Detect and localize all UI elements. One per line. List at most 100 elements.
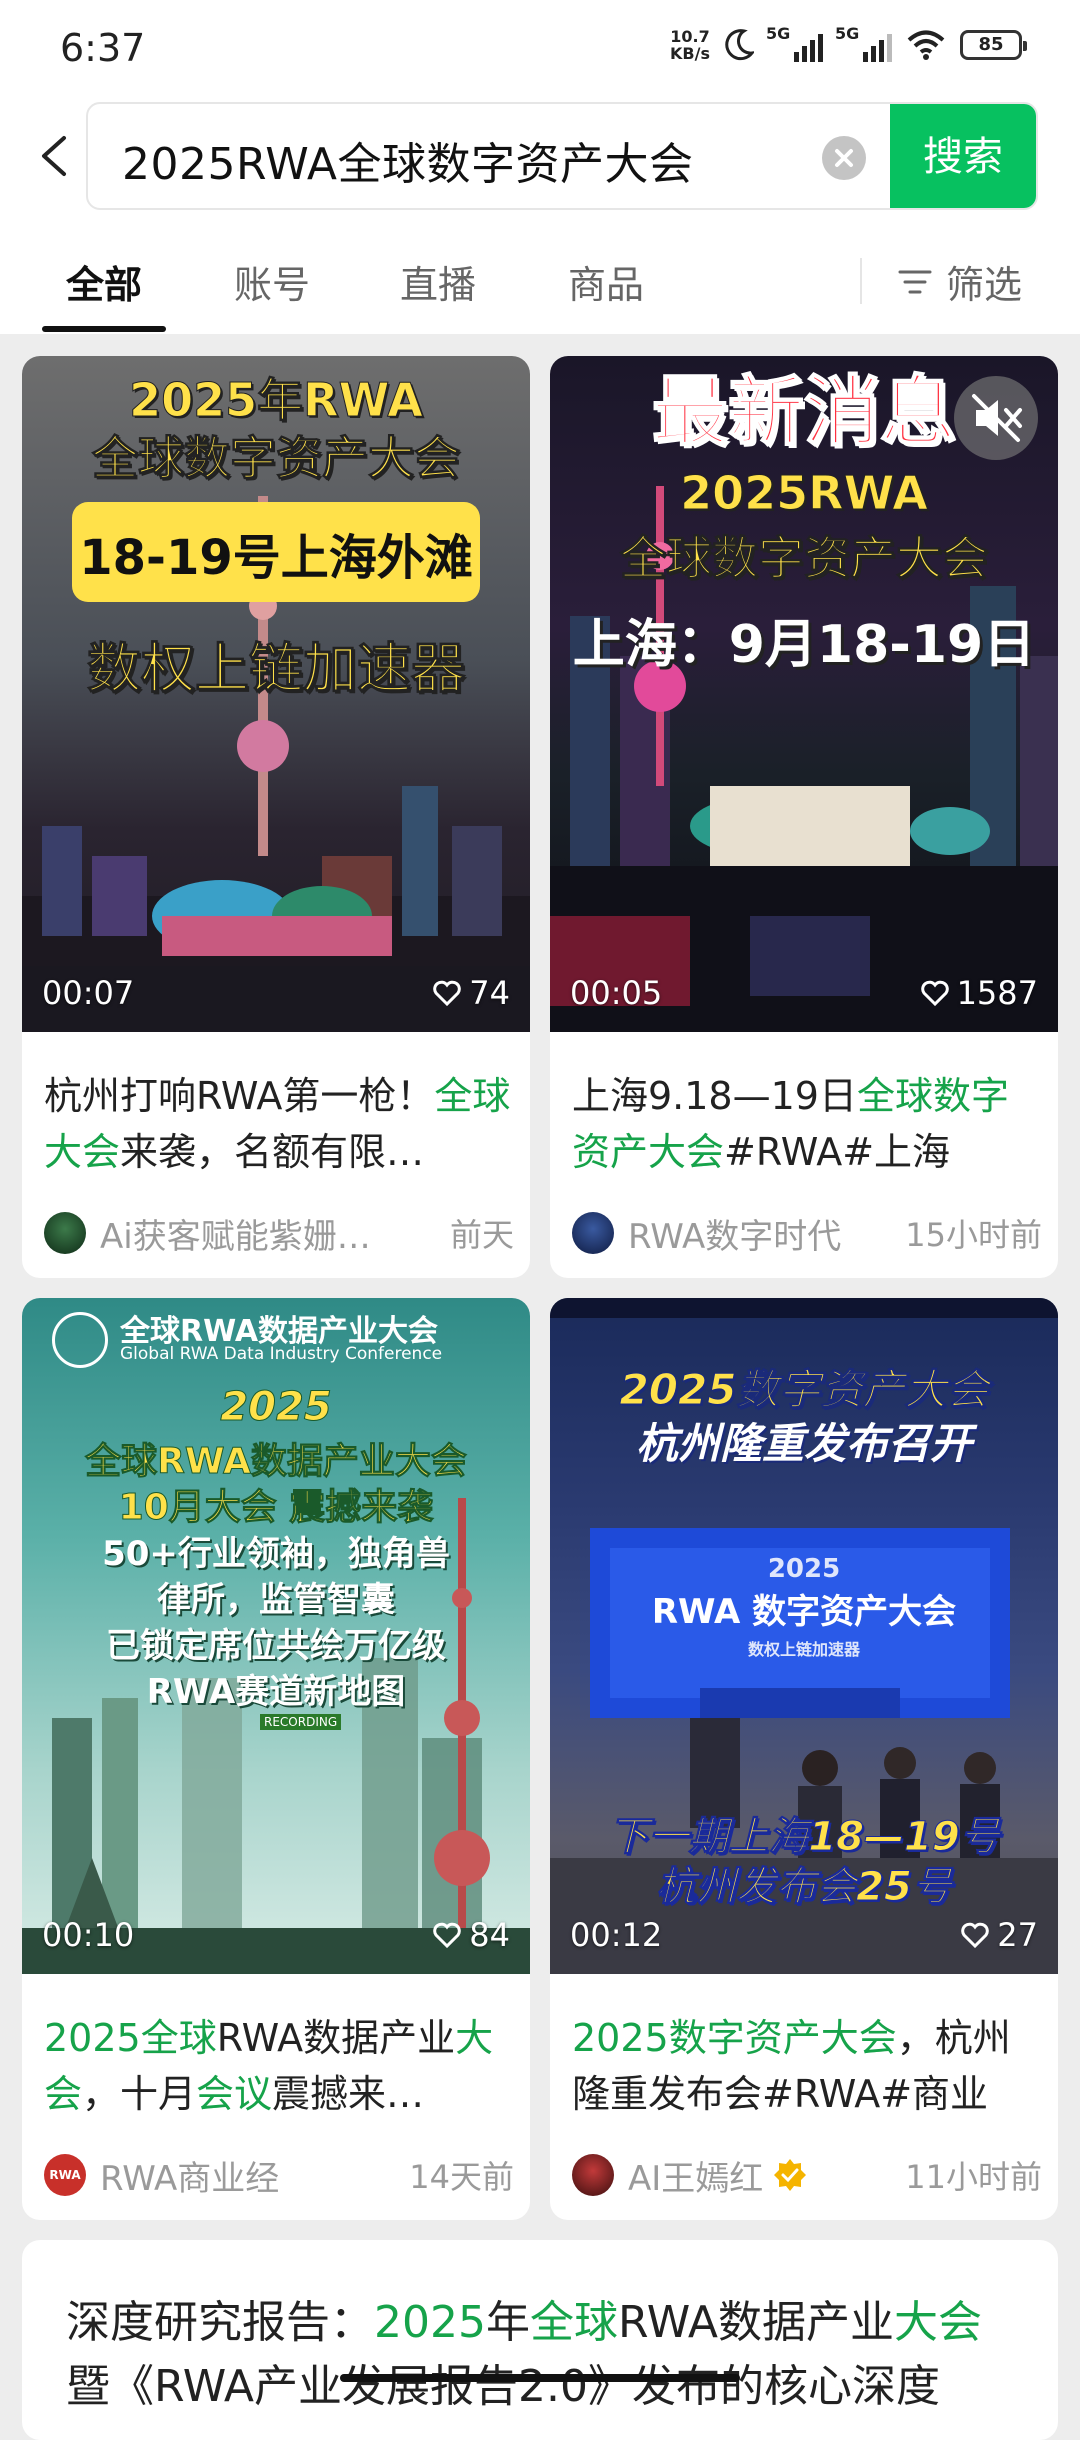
- author-row[interactable]: AI王嫣红 11小时前: [572, 2150, 1042, 2200]
- video-duration: 00:12: [570, 1916, 663, 1954]
- tab-all[interactable]: 全部: [66, 254, 142, 309]
- video-card[interactable]: 2025数字资产大会 杭州隆重发布召开 2025 RWA 数字资产大会 数权上链…: [550, 1298, 1058, 2220]
- stage-subtitle: 数权上链加速器: [747, 1640, 860, 1659]
- status-bar: 6:37 10.7 KB/s 5G 5G 85: [0, 0, 1080, 96]
- search-button[interactable]: 搜索: [890, 104, 1036, 208]
- author-row[interactable]: Ai获客赋能紫姗… 前天: [44, 1208, 514, 1258]
- overlay-line-1: 2025年RWA: [129, 373, 424, 428]
- overlay-line-8: 已锁定席位共绘万亿级: [106, 1626, 446, 1666]
- author-name: RWA商业经: [100, 2158, 280, 2199]
- overlay-line-2: 2025RWA: [680, 466, 929, 521]
- tab-accounts[interactable]: 账号: [234, 254, 310, 309]
- overlay-line-2: 杭州隆重发布召开: [635, 1419, 972, 1468]
- like-value: 1587: [956, 974, 1038, 1012]
- signal-icon-2: 5G: [835, 24, 892, 62]
- overlay-line-5: 10月大会 震撼来袭: [118, 1487, 434, 1529]
- video-duration: 00:05: [570, 974, 663, 1012]
- overlay-line-1: 2025数字资产大会: [619, 1365, 989, 1415]
- stage-title: RWA 数字资产大会: [651, 1592, 957, 1632]
- netspeed-unit: KB/s: [670, 44, 710, 63]
- overlay-line-4: 全球RWA数据产业大会: [85, 1441, 468, 1483]
- card-title[interactable]: 上海9.18—19日全球数字资产大会#RWA#上海: [572, 1068, 1042, 1180]
- video-thumbnail[interactable]: 2025数字资产大会 杭州隆重发布召开 2025 RWA 数字资产大会 数权上链…: [550, 1298, 1058, 1974]
- like-value: 84: [469, 1916, 510, 1954]
- card-title[interactable]: 2025全球RWA数据产业大会，十月会议震撼来…: [44, 2010, 514, 2122]
- like-value: 27: [997, 1916, 1038, 1954]
- filter-tabs: 全部 账号 直播 商品 筛选: [0, 216, 1080, 334]
- overlay-line-4: 上海：9月18-19日: [572, 615, 1036, 675]
- overlay-line-3: 全球数字资产大会: [620, 531, 989, 586]
- post-time: 14天前: [409, 2158, 514, 2196]
- author-name: RWA数字时代: [628, 1216, 842, 1257]
- heart-icon: [961, 1922, 990, 1948]
- tab-live[interactable]: 直播: [400, 254, 476, 309]
- article-title-line2: 暨《RWA产业发展报告2.0》发布的核心深度: [66, 2361, 940, 2412]
- title-part: 年: [485, 2297, 530, 2348]
- card-title[interactable]: 杭州打响RWA第一枪！全球大会来袭，名额有限…: [44, 1068, 514, 1180]
- title-part: 震撼来…: [272, 2072, 425, 2116]
- overlay-line-2: Global RWA Data Industry Conference: [120, 1344, 443, 1364]
- filter-button[interactable]: 筛选: [898, 254, 1022, 309]
- signal-label-1: 5G: [766, 24, 791, 43]
- title-part: 上海9.18—19日: [572, 1074, 857, 1118]
- title-part: 来袭，名额有限…: [120, 1130, 425, 1174]
- card-title[interactable]: 2025数字资产大会，杭州隆重发布会#RWA#商业: [572, 2010, 1042, 2122]
- title-highlight: 会议: [196, 2072, 273, 2116]
- verified-badge-icon: [774, 2159, 807, 2191]
- overlay-line-3: 2025: [220, 1384, 332, 1431]
- author-row[interactable]: RWA RWA商业经 14天前: [44, 2150, 514, 2200]
- post-time: 前天: [449, 1216, 514, 1254]
- post-time: 11小时前: [905, 2158, 1042, 2196]
- netspeed-value: 10.7: [670, 27, 710, 46]
- video-card[interactable]: 2025年RWA 全球数字资产大会 18-19号上海外滩 数权上链加速器 00:…: [22, 356, 530, 1278]
- overlay-line-4: 杭州发布会25号: [656, 1864, 953, 1911]
- video-thumbnail[interactable]: 全球RWA数据产业大会 Global RWA Data Industry Con…: [22, 1298, 530, 1974]
- author-row[interactable]: RWA数字时代 15小时前: [572, 1208, 1042, 1258]
- video-thumbnail[interactable]: 2025年RWA 全球数字资产大会 18-19号上海外滩 数权上链加速器 00:…: [22, 356, 530, 1032]
- back-arrow-icon[interactable]: [30, 126, 78, 186]
- moon-icon: [725, 29, 754, 61]
- signal-icon-1: 5G: [766, 24, 823, 62]
- mute-icon: [972, 394, 1022, 442]
- title-highlight: 2025: [374, 2297, 486, 2348]
- mute-button[interactable]: [954, 376, 1038, 460]
- video-card[interactable]: 最新消息 2025RWA 全球数字资产大会 上海：9月18-19日 00:05 …: [550, 356, 1058, 1278]
- heart-icon: [920, 980, 949, 1006]
- search-header: 2025RWA全球数字资产大会 搜索: [0, 96, 1080, 216]
- overlay-line-3: 18-19号上海外滩: [79, 530, 473, 586]
- avatar: [572, 2154, 614, 2196]
- overlay-line-6: 50+行业领袖，独角兽: [102, 1534, 450, 1574]
- video-duration: 00:10: [42, 1916, 135, 1954]
- recording-tag: RECORDING: [260, 1714, 342, 1730]
- title-part: #RWA#上海: [724, 1130, 951, 1174]
- heart-icon: [433, 1922, 462, 1948]
- like-count: 27: [961, 1916, 1038, 1954]
- like-count: 74: [433, 974, 510, 1012]
- filter-icon: [898, 270, 932, 293]
- article-title: 深度研究报告：2025年全球RWA数据产业大会: [66, 2286, 982, 2350]
- network-speed: 10.7 KB/s: [670, 28, 710, 62]
- wifi-icon: [907, 30, 945, 60]
- clear-icon[interactable]: [822, 136, 866, 180]
- video-thumbnail[interactable]: 最新消息 2025RWA 全球数字资产大会 上海：9月18-19日 00:05 …: [550, 356, 1058, 1032]
- avatar: [572, 1212, 614, 1254]
- like-count: 1587: [920, 974, 1038, 1012]
- article-card[interactable]: 深度研究报告：2025年全球RWA数据产业大会 暨《RWA产业发展报告2.0》发…: [22, 2240, 1058, 2440]
- heart-icon: [433, 980, 462, 1006]
- tab-indicator: [42, 326, 166, 332]
- tab-divider: [860, 258, 862, 304]
- title-part: 杭州打响RWA第一枪！: [44, 1074, 435, 1118]
- search-query-text[interactable]: 2025RWA全球数字资产大会: [122, 128, 693, 192]
- title-part: ，十月: [82, 2072, 197, 2116]
- overlay-line-2: 全球数字资产大会: [92, 431, 461, 486]
- status-icons: 10.7 KB/s 5G 5G 85: [670, 24, 1027, 62]
- author-name: Ai获客赋能紫姗…: [100, 1216, 371, 1257]
- video-card[interactable]: 全球RWA数据产业大会 Global RWA Data Industry Con…: [22, 1298, 530, 2220]
- title-highlight: 全球: [529, 2297, 618, 2348]
- search-input[interactable]: 2025RWA全球数字资产大会 搜索: [86, 102, 1038, 210]
- home-indicator[interactable]: [340, 2374, 740, 2382]
- tab-products[interactable]: 商品: [568, 254, 644, 309]
- overlay-line-7: 律所，监管智囊: [157, 1580, 395, 1620]
- stage-year: 2025: [767, 1554, 841, 1584]
- title-part: 深度研究报告：: [66, 2297, 374, 2348]
